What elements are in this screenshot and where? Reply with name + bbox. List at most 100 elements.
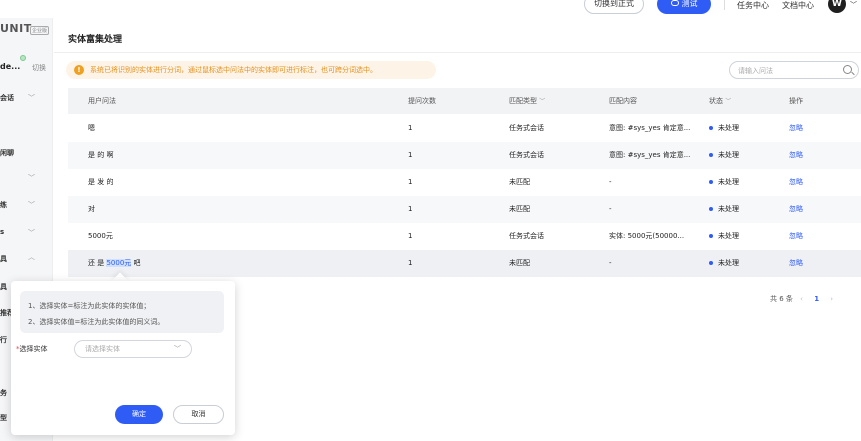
cell-content: -	[609, 178, 612, 186]
column-header-status[interactable]: 状态 ﹀	[709, 88, 779, 115]
column-header-action: 操作	[789, 97, 803, 105]
column-header-status-label: 状态	[709, 97, 723, 105]
sidebar-subitem-row[interactable]: 行	[0, 335, 7, 345]
ignore-link[interactable]: 忽略	[789, 196, 849, 223]
cell-query[interactable]: 还 是 5000元 吧	[88, 250, 388, 277]
hint-line-1: 1、选择实体=标注为此实体的实体值；	[28, 302, 151, 310]
cell-query[interactable]: 是 发 的	[88, 169, 388, 196]
table-row-selected: 还 是 5000元 吧 1 未匹配 - 未处理 忽略	[68, 250, 861, 277]
project-switch-link[interactable]: 切换	[32, 63, 46, 73]
cell-type: 任务式会话	[509, 124, 544, 132]
switch-to-production-button[interactable]: 切换到正式	[584, 0, 644, 14]
confirm-button[interactable]: 确定	[115, 405, 163, 424]
sidebar-item-chitchat[interactable]: 闲聊	[0, 148, 14, 158]
notice-text: 系统已将识别的实体进行分词，通过鼠标选中问法中的实体即可进行标注，也可跨分词选中…	[90, 66, 377, 74]
cell-query[interactable]: 嗯	[88, 115, 388, 142]
chevron-down-icon[interactable]: ﹀	[28, 93, 35, 103]
entity-select-placeholder: 请选择实体	[85, 345, 120, 353]
test-button[interactable]: 测试	[657, 0, 711, 14]
cell-count: 1	[408, 232, 413, 240]
chevron-up-icon[interactable]: ︿	[28, 252, 35, 262]
edition-badge: 企业版	[30, 26, 50, 35]
table-row: 是 的 啊 1 任务式会话 意图: #sys_yes 肯定意... 未处理 忽略	[68, 142, 861, 169]
sidebar-item-dialog[interactable]: 会话	[0, 93, 14, 103]
cell-status: 未处理	[709, 142, 779, 169]
column-header-query: 用户问法	[88, 97, 116, 105]
sidebar-item-tools[interactable]: 具	[0, 254, 7, 264]
query-text-highlight[interactable]: 5000元	[106, 259, 132, 267]
sidebar-item-training[interactable]: 练	[0, 200, 7, 210]
table-row: 对 1 未匹配 - 未处理 忽略	[68, 196, 861, 223]
chevron-down-icon[interactable]: ﹀	[539, 98, 545, 105]
column-header-type[interactable]: 匹配类型 ﹀	[509, 88, 599, 115]
ignore-link[interactable]: 忽略	[789, 223, 849, 250]
page-number-current[interactable]: 1	[814, 295, 819, 303]
cell-count: 1	[408, 151, 413, 159]
status-dot-icon	[709, 179, 713, 184]
cell-type: 任务式会话	[509, 151, 544, 159]
query-text-pre: 还 是	[88, 259, 107, 267]
project-status-dot	[20, 55, 26, 61]
search-placeholder: 请输入问法	[738, 67, 773, 75]
ignore-link[interactable]: 忽略	[789, 169, 849, 196]
entity-select-label: *选择实体	[16, 344, 48, 354]
status-label: 未处理	[718, 205, 739, 213]
doc-center-link[interactable]: 文档中心	[782, 0, 814, 11]
task-center-link[interactable]: 任务中心	[737, 0, 769, 11]
cell-content: 意图: #sys_yes 肯定意...	[609, 124, 691, 132]
cell-status: 未处理	[709, 223, 779, 250]
cell-content: -	[609, 205, 612, 213]
chat-bubble-icon	[670, 0, 679, 6]
chevron-down-icon[interactable]: ﹀	[725, 98, 731, 105]
chevron-down-icon[interactable]: ﹀	[28, 228, 35, 238]
top-bar: 切换到正式 测试 任务中心 文档中心 W ﹀	[0, 0, 861, 18]
project-name[interactable]: de...	[0, 62, 20, 71]
entity-annotation-popover: 1、选择实体=标注为此实体的实体值； 2、选择实体值=标注为此实体值的同义词。 …	[11, 281, 235, 435]
cell-status: 未处理	[709, 169, 779, 196]
cell-query[interactable]: 对	[88, 196, 388, 223]
avatar[interactable]: W	[828, 0, 846, 13]
search-input[interactable]: 请输入问法	[729, 61, 859, 79]
chevron-down-icon[interactable]: ﹀	[850, 0, 857, 10]
ignore-link[interactable]: 忽略	[789, 250, 849, 277]
entity-select[interactable]: 请选择实体 ﹀	[74, 340, 192, 358]
chevron-down-icon[interactable]: ﹀	[28, 173, 35, 183]
status-dot-icon	[709, 152, 713, 157]
sidebar-subitem-service[interactable]: 务	[0, 388, 7, 398]
cell-type: 未匹配	[509, 259, 530, 267]
warning-icon: !	[74, 65, 84, 75]
cell-query[interactable]: 5000元	[88, 223, 388, 250]
cell-count: 1	[408, 124, 413, 132]
test-button-label: 测试	[681, 0, 698, 8]
divider	[54, 52, 861, 53]
cell-type: 未匹配	[509, 178, 530, 186]
entity-select-label-text: 选择实体	[19, 345, 48, 353]
hint-line-2: 2、选择实体值=标注为此实体值的同义词。	[28, 318, 165, 326]
page-title: 实体富集处理	[68, 35, 123, 45]
popover-hint: 1、选择实体=标注为此实体的实体值； 2、选择实体值=标注为此实体值的同义词。	[20, 291, 224, 333]
cell-query[interactable]: 是 的 啊	[88, 142, 388, 169]
status-label: 未处理	[718, 124, 739, 132]
cell-status: 未处理	[709, 115, 779, 142]
ignore-link[interactable]: 忽略	[789, 115, 849, 142]
sidebar-item-s[interactable]: s	[0, 228, 4, 236]
sidebar-subitem-model[interactable]: 型	[0, 413, 7, 423]
brand-logo: UNIT	[0, 22, 32, 35]
cell-count: 1	[408, 205, 413, 213]
chevron-down-icon[interactable]: ﹀	[28, 200, 35, 210]
search-icon[interactable]	[843, 65, 852, 74]
column-header-count: 提问次数	[408, 97, 436, 105]
chevron-right-icon[interactable]: ›	[830, 295, 833, 303]
status-label: 未处理	[718, 232, 739, 240]
query-text-post: 吧	[131, 259, 141, 267]
sidebar-subitem-tool[interactable]: 具	[0, 282, 7, 292]
chevron-left-icon[interactable]: ‹	[800, 295, 803, 303]
cancel-button[interactable]: 取消	[173, 405, 224, 424]
column-header-type-label: 匹配类型	[509, 97, 537, 105]
cell-type: 未匹配	[509, 205, 530, 213]
cell-count: 1	[408, 178, 413, 186]
column-header-content: 匹配内容	[609, 97, 637, 105]
ignore-link[interactable]: 忽略	[789, 142, 849, 169]
table-row: 5000元 1 任务式会话 实体: 5000元(50000... 未处理 忽略	[68, 223, 861, 250]
status-label: 未处理	[718, 151, 739, 159]
